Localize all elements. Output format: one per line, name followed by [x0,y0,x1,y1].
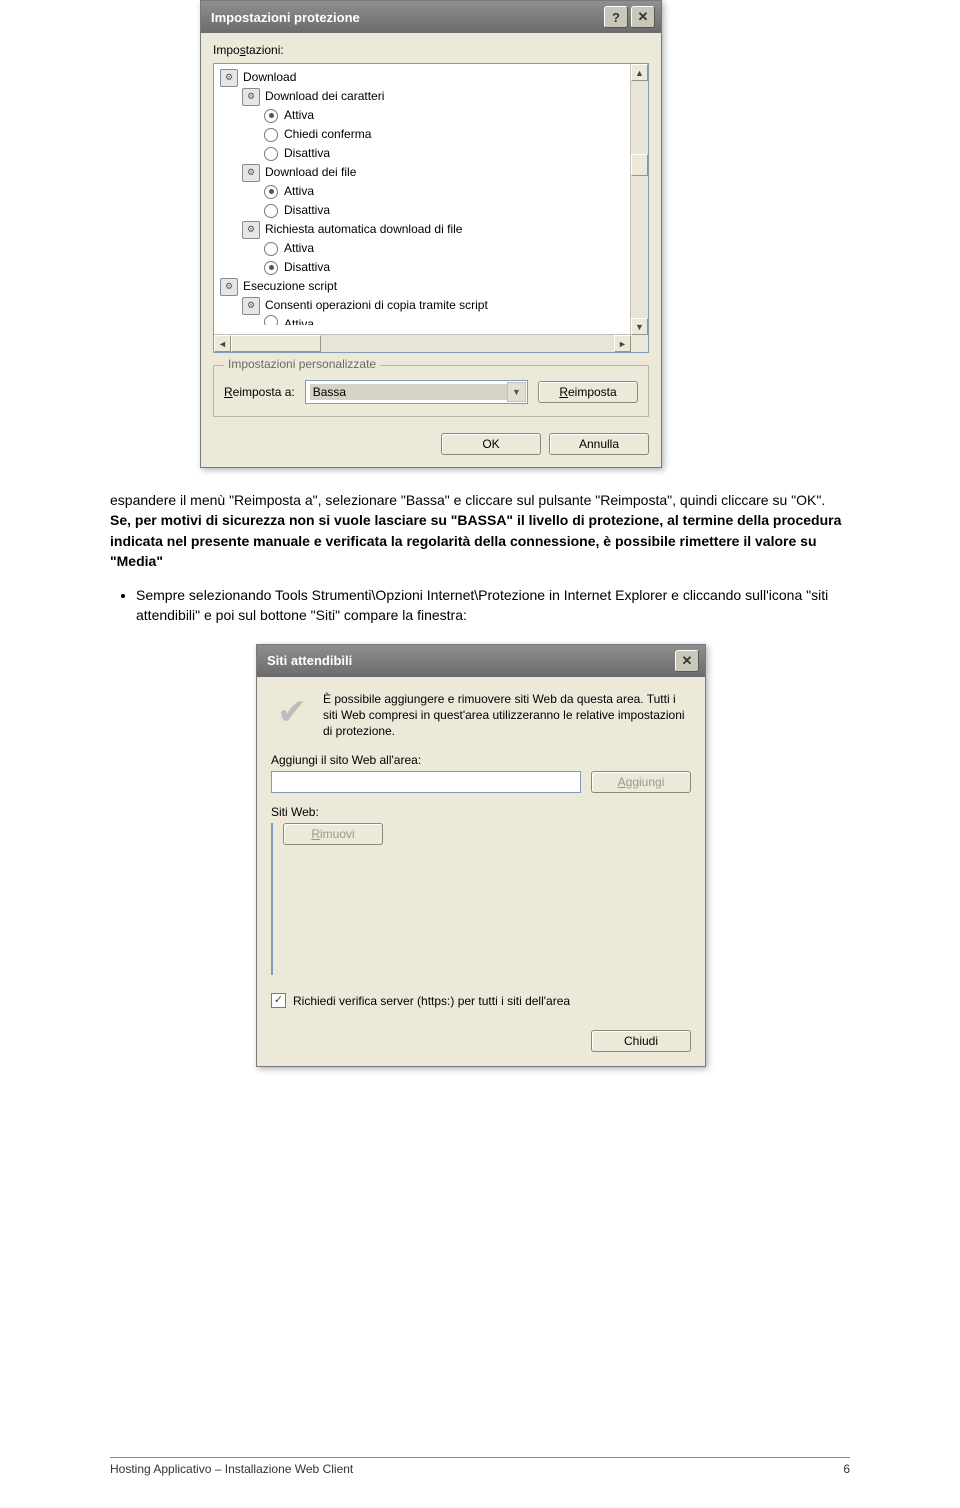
sites-list-label: Siti Web: [271,805,691,819]
document-body-text: espandere il menù "Reimposta a", selezio… [0,490,960,626]
vertical-scrollbar[interactable]: ▲ ▼ [630,64,648,335]
tree-radio-option[interactable]: Disattiva [220,201,646,220]
tree-item-label: Attiva [284,106,314,125]
checkmark-icon: ✔ [271,691,313,733]
settings-tree[interactable]: ⚙Download⚙Download dei caratteriAttivaCh… [213,63,649,353]
tree-category: ⚙ Esecuzione script [220,277,646,296]
dialog-title: Siti attendibili [267,653,352,668]
category-icon: ⚙ [242,297,260,315]
radio-icon[interactable] [264,109,278,123]
custom-settings-legend: Impostazioni personalizzate [224,357,380,371]
radio-icon[interactable] [264,128,278,142]
footer-page-number: 6 [843,1462,850,1476]
radio-icon[interactable] [264,315,278,325]
tree-radio-option[interactable]: Attiva [220,182,646,201]
page-footer: Hosting Applicativo – Installazione Web … [110,1457,850,1476]
tree-item-label: Disattiva [284,258,330,277]
scroll-corner [631,335,648,352]
tree-radio-option[interactable]: Attiva [220,239,646,258]
instruction-bullet: Sempre selezionando Tools Strumenti\Opzi… [136,585,850,626]
add-button[interactable]: Aggiungi [591,771,691,793]
radio-icon[interactable] [264,204,278,218]
tree-item-label: Attiva [284,182,314,201]
radio-icon[interactable] [264,185,278,199]
radio-icon[interactable] [264,242,278,256]
scroll-left-icon[interactable]: ◄ [214,335,231,352]
radio-icon[interactable] [264,147,278,161]
reset-level-value: Bassa [310,384,523,400]
tree-radio-option[interactable]: Disattiva [220,258,646,277]
remove-button[interactable]: Rimuovi [283,823,383,845]
footer-left: Hosting Applicativo – Installazione Web … [110,1462,353,1476]
tree-item-label: Attiva [284,239,314,258]
close-icon[interactable]: ✕ [631,6,655,28]
cancel-button[interactable]: Annulla [549,433,649,455]
tree-item-label: Disattiva [284,201,330,220]
tree-item-label: Attiva [284,315,314,325]
close-icon[interactable]: ✕ [675,650,699,672]
reset-label: Reimposta a: [224,385,295,399]
category-icon: ⚙ [242,221,260,239]
scroll-down-icon[interactable]: ▼ [631,318,648,335]
tree-category: ⚙ Consenti operazioni di copia tramite sc… [220,296,646,315]
tree-item-label: Chiedi conferma [284,125,371,144]
scroll-right-icon[interactable]: ► [614,335,631,352]
require-https-checkbox[interactable]: ✓ [271,993,286,1008]
settings-label: Impostazioni: [213,43,649,57]
category-icon: ⚙ [220,278,238,296]
add-site-label: Aggiungi il sito Web all'area: [271,753,691,767]
scroll-thumb-h[interactable] [231,335,321,352]
tree-category: ⚙ Download [220,68,646,87]
tree-item-label: Richiesta automatica download di file [265,220,462,239]
close-button[interactable]: Chiudi [591,1030,691,1052]
tree-radio-option[interactable]: Disattiva [220,144,646,163]
add-site-input[interactable] [271,771,581,793]
tree-item-label: Disattiva [284,144,330,163]
tree-category: ⚙ Download dei file [220,163,646,182]
scroll-up-icon[interactable]: ▲ [631,64,648,81]
tree-radio-option[interactable]: Attiva [220,106,646,125]
category-icon: ⚙ [242,164,260,182]
category-icon: ⚙ [220,69,238,87]
dialog-titlebar: Impostazioni protezione ? ✕ [201,1,661,33]
dialog-titlebar: Siti attendibili ✕ [257,645,705,677]
tree-radio-option[interactable]: Attiva [220,315,646,325]
chevron-down-icon[interactable]: ▼ [507,382,526,402]
require-https-label: Richiedi verifica server (https:) per tu… [293,994,570,1008]
tree-category: ⚙ Download dei caratteri [220,87,646,106]
tree-item-label: Download dei file [265,163,356,182]
radio-icon[interactable] [264,261,278,275]
tree-item-label: Download [243,68,296,87]
reset-button[interactable]: Reimposta [538,381,638,403]
help-icon[interactable]: ? [604,6,628,28]
tree-radio-option[interactable]: Chiedi conferma [220,125,646,144]
custom-settings-group: Impostazioni personalizzate Reimposta a:… [213,365,649,417]
trusted-sites-dialog: Siti attendibili ✕ ✔ È possibile aggiung… [256,644,706,1068]
tree-item-label: Download dei caratteri [265,87,384,106]
ok-button[interactable]: OK [441,433,541,455]
dialog-title: Impostazioni protezione [211,10,360,25]
reset-level-combobox[interactable]: Bassa ▼ [305,380,528,404]
tree-item-label: Esecuzione script [243,277,337,296]
scroll-thumb[interactable] [631,154,648,176]
tree-item-label: Consenti operazioni di copia tramite scr… [265,296,488,315]
sites-listbox[interactable] [271,823,273,975]
category-icon: ⚙ [242,88,260,106]
security-settings-dialog: Impostazioni protezione ? ✕ Impostazioni… [200,0,662,468]
tree-category: ⚙ Richiesta automatica download di file [220,220,646,239]
intro-text: È possibile aggiungere e rimuovere siti … [323,691,691,740]
